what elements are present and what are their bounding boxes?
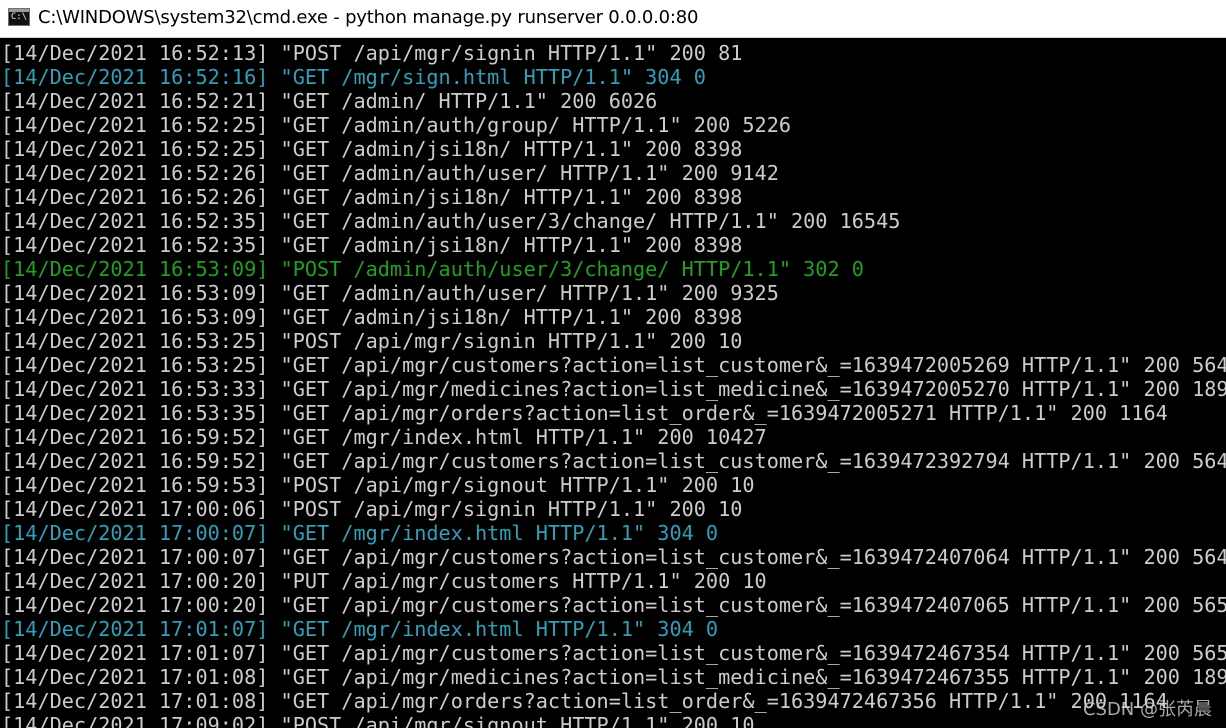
console-line: [14/Dec/2021 16:52:35] "GET /admin/auth/…: [1, 209, 901, 233]
console-line: [14/Dec/2021 17:01:07] "GET /api/mgr/cus…: [1, 641, 1226, 665]
console-line: [14/Dec/2021 16:52:25] "GET /admin/jsi18…: [1, 137, 743, 161]
console-line: [14/Dec/2021 16:59:52] "GET /api/mgr/cus…: [1, 449, 1226, 473]
window-titlebar[interactable]: C:\ C:\WINDOWS\system32\cmd.exe - python…: [0, 0, 1226, 38]
console-line: [14/Dec/2021 17:01:07] "GET /mgr/index.h…: [1, 617, 719, 641]
console-line: [14/Dec/2021 17:00:07] "GET /mgr/index.h…: [1, 521, 719, 545]
console-line: [14/Dec/2021 16:59:53] "POST /api/mgr/si…: [1, 473, 755, 497]
window-title: C:\WINDOWS\system32\cmd.exe - python man…: [38, 7, 699, 28]
console-line: [14/Dec/2021 17:00:20] "PUT /api/mgr/cus…: [1, 569, 767, 593]
console-line: [14/Dec/2021 16:59:52] "GET /mgr/index.h…: [1, 425, 767, 449]
console-line: [14/Dec/2021 16:53:25] "GET /api/mgr/cus…: [1, 353, 1226, 377]
console-line: [14/Dec/2021 17:09:02] "POST /api/mgr/si…: [1, 713, 755, 728]
console-line: [14/Dec/2021 16:52:26] "GET /admin/jsi18…: [1, 185, 743, 209]
console-line: [14/Dec/2021 16:52:16] "GET /mgr/sign.ht…: [1, 65, 706, 89]
console-line: [14/Dec/2021 16:52:21] "GET /admin/ HTTP…: [1, 89, 658, 113]
console-line: [14/Dec/2021 17:01:08] "GET /api/mgr/ord…: [1, 689, 1168, 713]
console-line: [14/Dec/2021 16:53:35] "GET /api/mgr/ord…: [1, 401, 1168, 425]
console-line: [14/Dec/2021 17:01:08] "GET /api/mgr/med…: [1, 665, 1226, 689]
console-line: [14/Dec/2021 16:53:09] "GET /admin/jsi18…: [1, 305, 743, 329]
console-line: [14/Dec/2021 17:00:06] "POST /api/mgr/si…: [1, 497, 743, 521]
console-output[interactable]: [14/Dec/2021 16:52:13] "POST /api/mgr/si…: [0, 41, 1226, 728]
console-line: [14/Dec/2021 16:52:13] "POST /api/mgr/si…: [1, 41, 743, 65]
console-line: [14/Dec/2021 16:53:09] "GET /admin/auth/…: [1, 281, 779, 305]
watermark: CSDN @张芮晨: [1082, 699, 1212, 720]
console-line: [14/Dec/2021 16:53:33] "GET /api/mgr/med…: [1, 377, 1226, 401]
console-line: [14/Dec/2021 16:53:09] "POST /admin/auth…: [1, 257, 864, 281]
console-line: [14/Dec/2021 16:53:25] "POST /api/mgr/si…: [1, 329, 743, 353]
cmd-icon: C:\: [8, 8, 30, 26]
console-line: [14/Dec/2021 16:52:26] "GET /admin/auth/…: [1, 161, 779, 185]
console-line: [14/Dec/2021 17:00:07] "GET /api/mgr/cus…: [1, 545, 1226, 569]
console-line: [14/Dec/2021 17:00:20] "GET /api/mgr/cus…: [1, 593, 1226, 617]
console-line: [14/Dec/2021 16:52:35] "GET /admin/jsi18…: [1, 233, 743, 257]
console-line: [14/Dec/2021 16:52:25] "GET /admin/auth/…: [1, 113, 792, 137]
